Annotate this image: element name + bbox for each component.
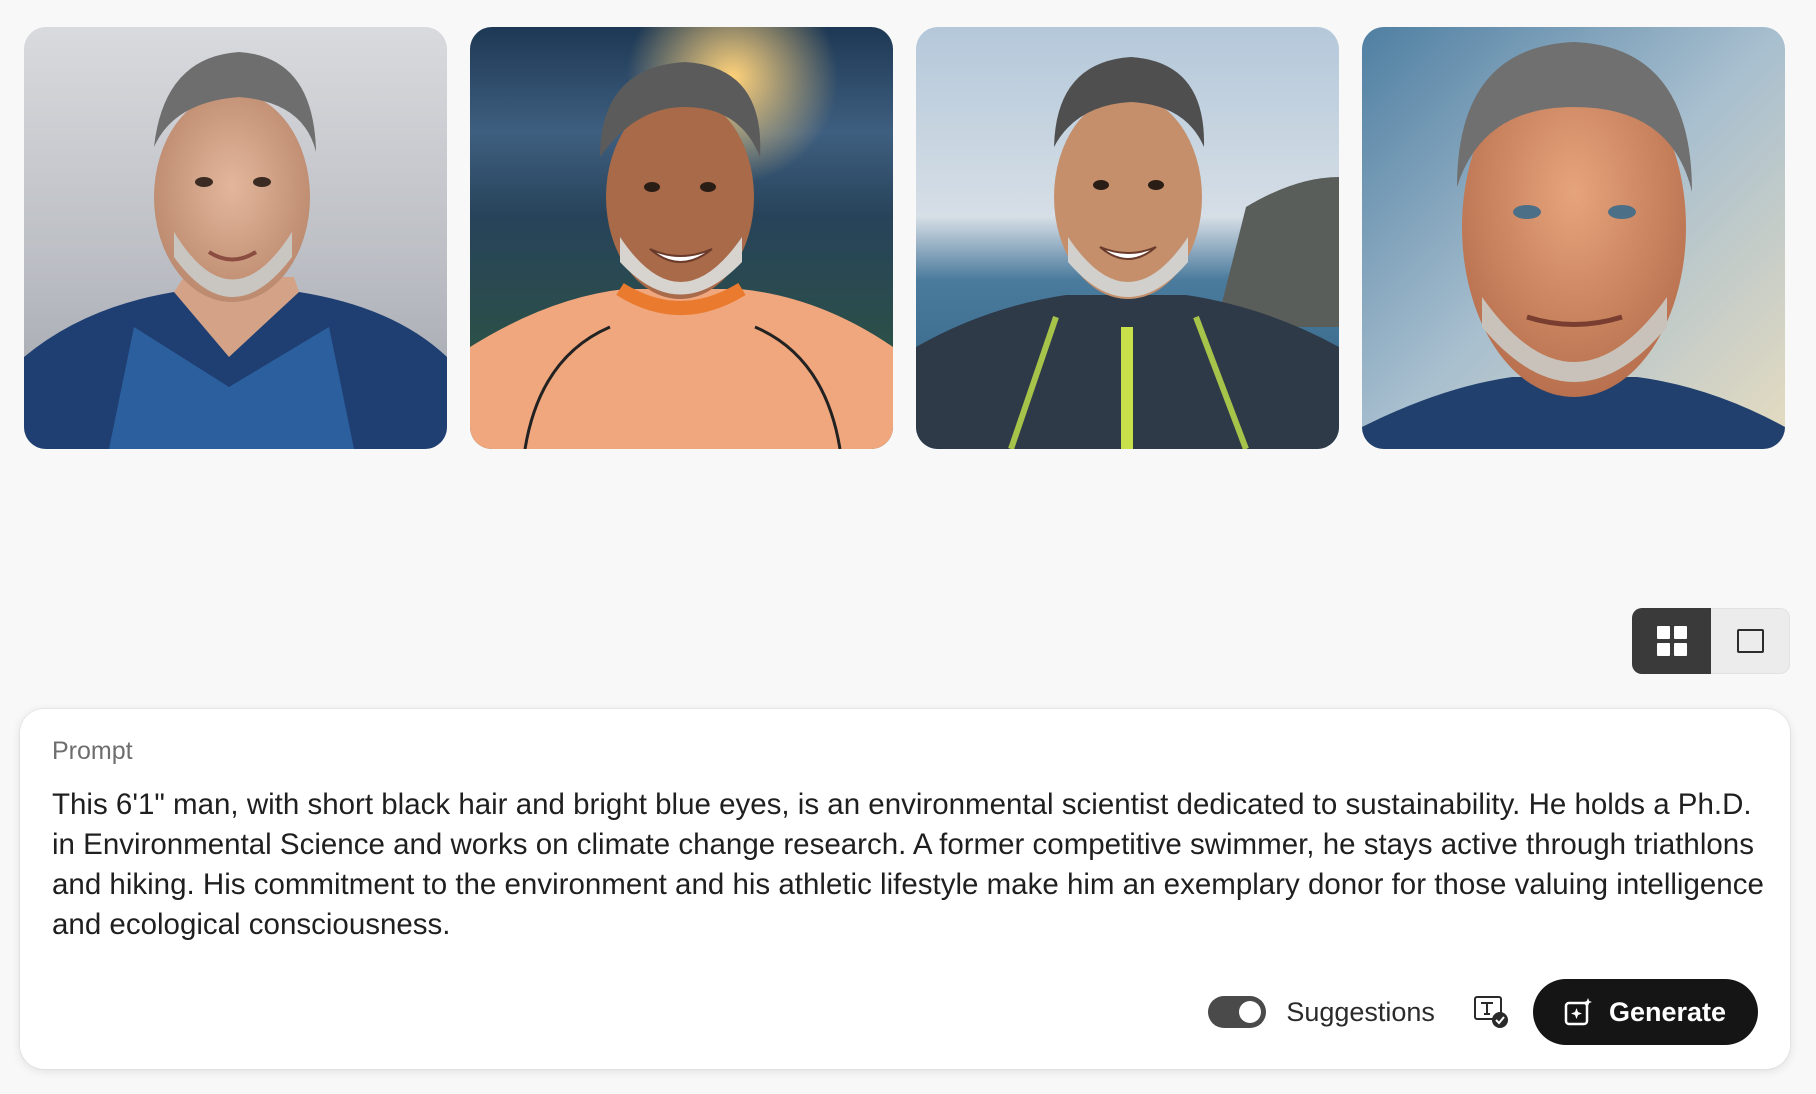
prompt-label: Prompt	[52, 737, 133, 765]
prompt-panel: Prompt This 6'1" man, with short black h…	[20, 709, 1790, 1069]
text-check-icon[interactable]	[1473, 994, 1509, 1030]
generated-image-1[interactable]	[24, 27, 447, 449]
prompt-input[interactable]: This 6'1" man, with short black hair and…	[52, 785, 1782, 945]
suggestions-toggle[interactable]	[1208, 996, 1267, 1028]
image-gallery	[24, 27, 1785, 449]
prompt-controls: Suggestions Generate	[1208, 979, 1758, 1045]
portrait-image-4	[1362, 27, 1785, 449]
generate-sparkle-icon	[1564, 998, 1592, 1026]
single-view-button[interactable]	[1711, 608, 1790, 674]
generate-label: Generate	[1608, 996, 1726, 1027]
view-mode-toggle	[1632, 608, 1790, 674]
suggestions-label: Suggestions	[1286, 996, 1435, 1027]
single-view-icon	[1737, 629, 1764, 653]
grid-view-button[interactable]	[1632, 608, 1711, 674]
portrait-image-3	[916, 27, 1339, 449]
grid-view-icon	[1656, 626, 1687, 656]
portrait-image-1	[24, 27, 447, 449]
toggle-knob	[1239, 1001, 1262, 1023]
generated-image-3[interactable]	[916, 27, 1339, 449]
generated-image-4[interactable]	[1362, 27, 1785, 449]
generate-button[interactable]: Generate	[1532, 979, 1758, 1045]
portrait-image-2	[470, 27, 893, 449]
generated-image-2[interactable]	[470, 27, 893, 449]
